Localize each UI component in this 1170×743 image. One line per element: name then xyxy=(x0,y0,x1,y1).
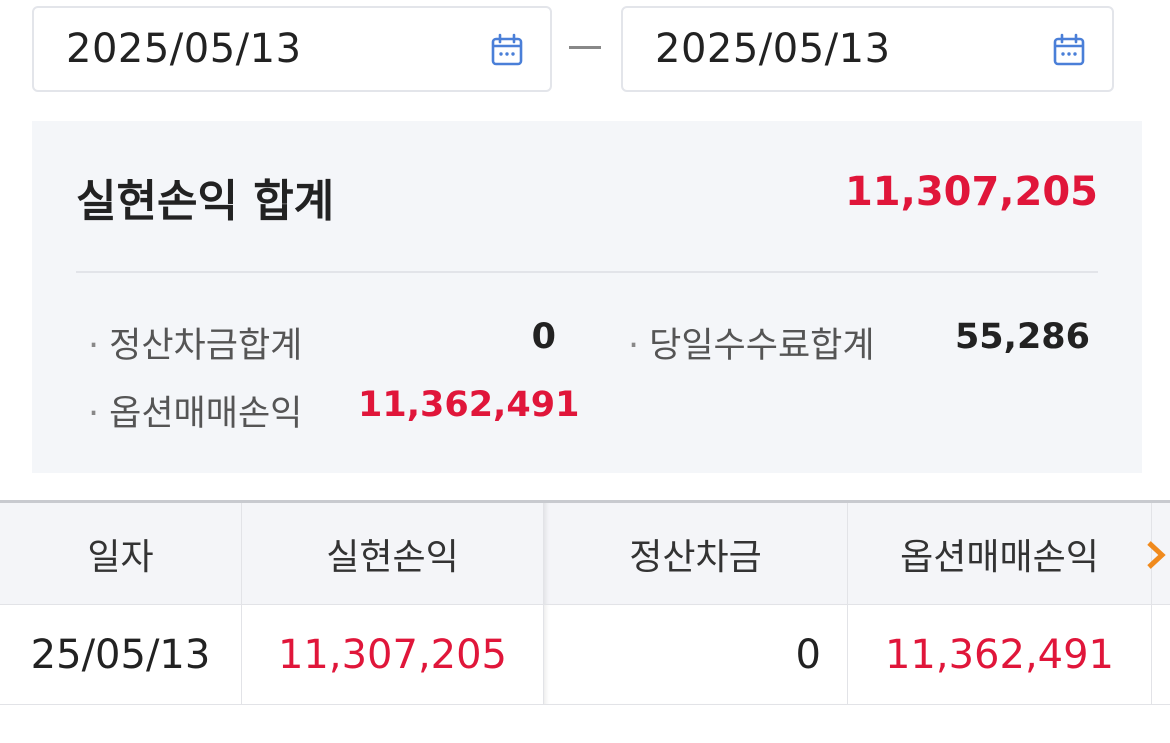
option-trading-pl-value: 11,362,491 xyxy=(358,385,580,425)
bullet: · xyxy=(628,326,640,366)
summary-divider xyxy=(76,271,1098,273)
chevron-right-icon[interactable] xyxy=(1144,539,1168,571)
cell-date: 25/05/13 xyxy=(0,605,242,704)
bullet: · xyxy=(88,326,100,366)
bullet: · xyxy=(88,394,100,434)
header-realized-pl[interactable]: 실현손익 xyxy=(242,503,544,604)
header-date[interactable]: 일자 xyxy=(0,503,242,604)
daily-fee-total-value: 55,286 xyxy=(954,317,1090,357)
start-date-field[interactable]: 2025/05/13 xyxy=(32,6,552,92)
table-header: 일자 실현손익 정산차금 옵션매매손익 xyxy=(0,503,1170,605)
start-date-value: 2025/05/13 xyxy=(66,26,302,72)
calendar-icon[interactable] xyxy=(1052,33,1086,67)
date-range: 2025/05/13 2025/05/13 xyxy=(32,6,1114,92)
end-date-value: 2025/05/13 xyxy=(655,26,891,72)
summary-title: 실현손익 합계 xyxy=(76,176,335,227)
cell-settlement: 0 xyxy=(544,605,848,704)
header-option-pl[interactable]: 옵션매매손익 xyxy=(848,503,1152,604)
end-date-field[interactable]: 2025/05/13 xyxy=(621,6,1114,92)
cell-realized-pl: 11,307,205 xyxy=(242,605,544,704)
cell-overflow xyxy=(1152,605,1170,704)
summary-total: 11,307,205 xyxy=(844,169,1098,215)
table-row[interactable]: 25/05/13 11,307,205 0 11,362,491 xyxy=(0,605,1170,705)
cell-option-pl: 11,362,491 xyxy=(848,605,1152,704)
option-trading-pl-label: · 옵션매매손익 xyxy=(88,394,303,434)
settlement-total-label: · 정산차금합계 xyxy=(88,326,303,366)
settlement-total-value: 0 xyxy=(531,317,556,357)
daily-fee-total-label: · 당일수수료합계 xyxy=(628,326,875,366)
summary-panel: 실현손익 합계 11,307,205 · 정산차금합계 0 · 당일수수료합계 55… xyxy=(32,121,1142,473)
header-settlement[interactable]: 정산차금 xyxy=(544,503,848,604)
date-range-separator xyxy=(569,46,601,49)
calendar-icon[interactable] xyxy=(490,33,524,67)
